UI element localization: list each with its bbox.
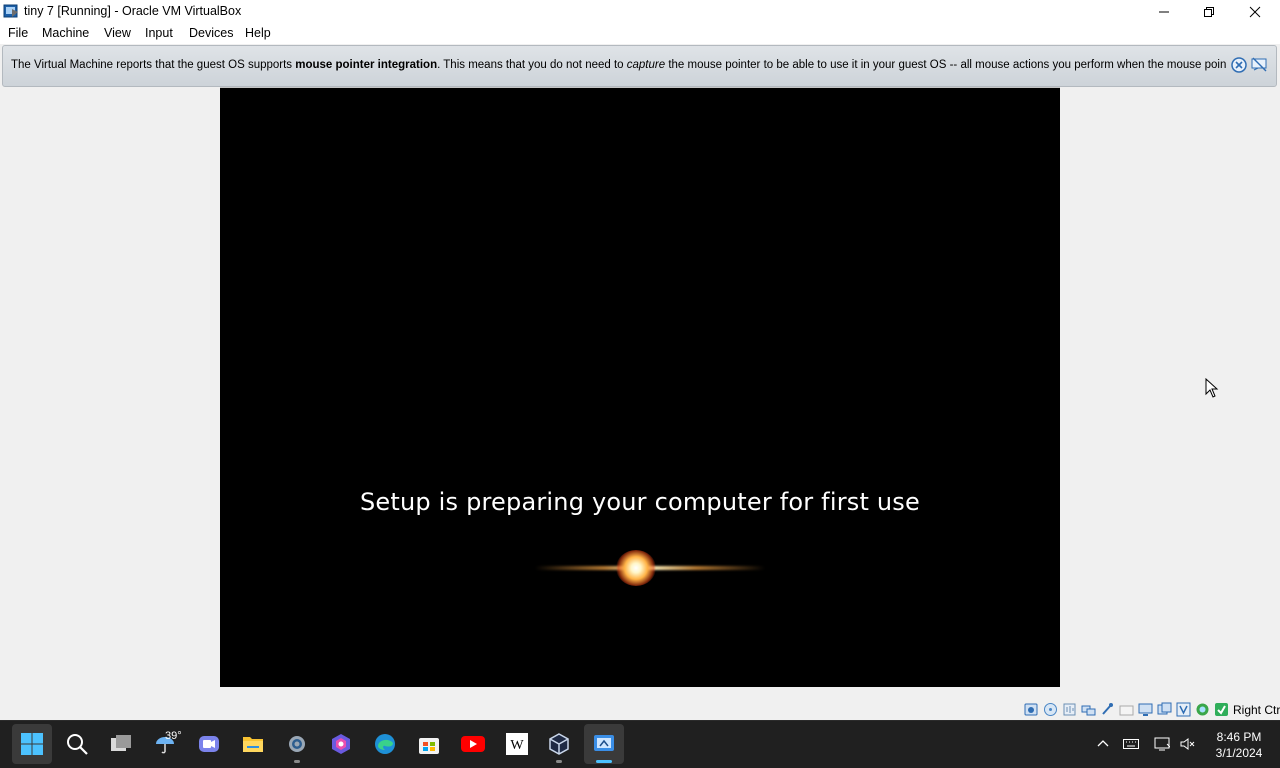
clock-date: 3/1/2024: [1215, 746, 1263, 760]
banner-italic-text: capture: [626, 59, 666, 71]
keyboard-tray-button[interactable]: [1122, 735, 1140, 753]
keyboard-icon: [1123, 739, 1139, 749]
teams-button[interactable]: [189, 724, 229, 764]
close-button[interactable]: [1232, 0, 1278, 23]
teams-icon: [199, 736, 219, 752]
close-banner-icon[interactable]: [1230, 56, 1248, 74]
volume-muted-icon: [1180, 738, 1195, 750]
vt-x-icon[interactable]: [1176, 702, 1191, 717]
menu-view[interactable]: View: [104, 26, 131, 40]
task-view-button[interactable]: [101, 724, 141, 764]
menu-input[interactable]: Input: [145, 26, 173, 40]
restore-button[interactable]: [1186, 0, 1232, 23]
active-indicator: [596, 760, 612, 763]
youtube-button[interactable]: [453, 724, 493, 764]
usb-icon[interactable]: [1100, 702, 1115, 717]
menu-file[interactable]: File: [8, 26, 28, 40]
banner-text-middle: . This means that you do not need to: [437, 59, 627, 71]
display-icon[interactable]: [1138, 702, 1153, 717]
shared-folders-icon[interactable]: [1119, 702, 1134, 717]
snipping-tool-icon: [594, 735, 614, 751]
network-tray-button[interactable]: [1153, 735, 1171, 753]
network-icon[interactable]: [1081, 702, 1096, 717]
vm-display[interactable]: Setup is preparing your computer for fir…: [220, 88, 1060, 687]
file-explorer-button[interactable]: [233, 724, 273, 764]
search-button[interactable]: [57, 724, 97, 764]
hard-disk-icon[interactable]: [1024, 702, 1039, 717]
clock-time: 8:46 PM: [1216, 730, 1262, 744]
task-view-icon: [111, 735, 131, 751]
show-hidden-icons-button[interactable]: [1094, 735, 1112, 753]
boot-glow-orb: [616, 550, 656, 586]
chevron-up-icon: [1097, 740, 1109, 747]
wikipedia-icon: W: [506, 733, 528, 755]
mouse-integration-icon[interactable]: [1214, 702, 1229, 717]
recording-icon[interactable]: [1157, 702, 1172, 717]
snipping-tool-button[interactable]: [584, 724, 624, 764]
youtube-icon: [461, 736, 485, 752]
running-indicator: [294, 760, 300, 763]
start-button[interactable]: [12, 724, 52, 764]
window-title: tiny 7 [Running] - Oracle VM VirtualBox: [24, 4, 242, 18]
store-button[interactable]: [409, 724, 449, 764]
edge-icon: [375, 734, 395, 754]
menu-help[interactable]: Help: [245, 26, 271, 40]
banner-bold-text: mouse pointer integration: [295, 59, 438, 71]
search-icon: [67, 734, 88, 755]
weather-temperature: 39°: [165, 730, 182, 742]
settings-icon: [289, 736, 305, 752]
setup-message: Setup is preparing your computer for fir…: [360, 488, 920, 516]
virtualbox-button[interactable]: [539, 724, 579, 764]
start-icon: [21, 733, 43, 755]
virtualbox-icon: [549, 733, 569, 755]
wikipedia-button[interactable]: W: [497, 724, 537, 764]
banner-text-end: the mouse pointer to be able to use it i…: [665, 59, 1226, 71]
minimize-icon: [1159, 11, 1169, 12]
banner-message: The Virtual Machine reports that the gue…: [11, 59, 1226, 71]
menu-bar: File Machine View Input Devices Help: [0, 23, 1280, 44]
system-clock[interactable]: 8:46 PM 3/1/2024: [1204, 729, 1274, 761]
virtualbox-app-icon[interactable]: [3, 3, 19, 19]
guest-additions-icon[interactable]: [1195, 702, 1210, 717]
minimize-button[interactable]: [1141, 0, 1187, 23]
restore-icon: [1204, 6, 1214, 17]
running-indicator: [556, 760, 562, 763]
taskbar: 39° W 8:46 PM 3/1/2024: [0, 720, 1280, 768]
network-status-icon: [1154, 737, 1170, 751]
mouse-cursor-icon: [1205, 378, 1219, 398]
store-icon: [419, 738, 439, 754]
menu-devices[interactable]: Devices: [189, 26, 233, 40]
vm-status-bar: Right Ctrl: [1022, 702, 1280, 718]
do-not-show-again-icon[interactable]: [1250, 56, 1268, 74]
edge-button[interactable]: [365, 724, 405, 764]
menu-machine[interactable]: Machine: [42, 26, 89, 40]
audio-icon[interactable]: [1062, 702, 1077, 717]
optical-drive-icon[interactable]: [1043, 702, 1058, 717]
settings-button[interactable]: [277, 724, 317, 764]
file-explorer-icon: [243, 737, 263, 752]
title-bar: tiny 7 [Running] - Oracle VM VirtualBox: [0, 0, 1280, 23]
banner-text-start: The Virtual Machine reports that the gue…: [11, 59, 296, 71]
close-icon: [1249, 6, 1261, 17]
svg-text:W: W: [510, 738, 524, 753]
host-key-label[interactable]: Right Ctrl: [1233, 703, 1280, 717]
mouse-integration-banner: The Virtual Machine reports that the gue…: [2, 45, 1277, 87]
copilot-icon: [332, 734, 350, 754]
volume-tray-button[interactable]: [1178, 735, 1196, 753]
copilot-button[interactable]: [321, 724, 361, 764]
